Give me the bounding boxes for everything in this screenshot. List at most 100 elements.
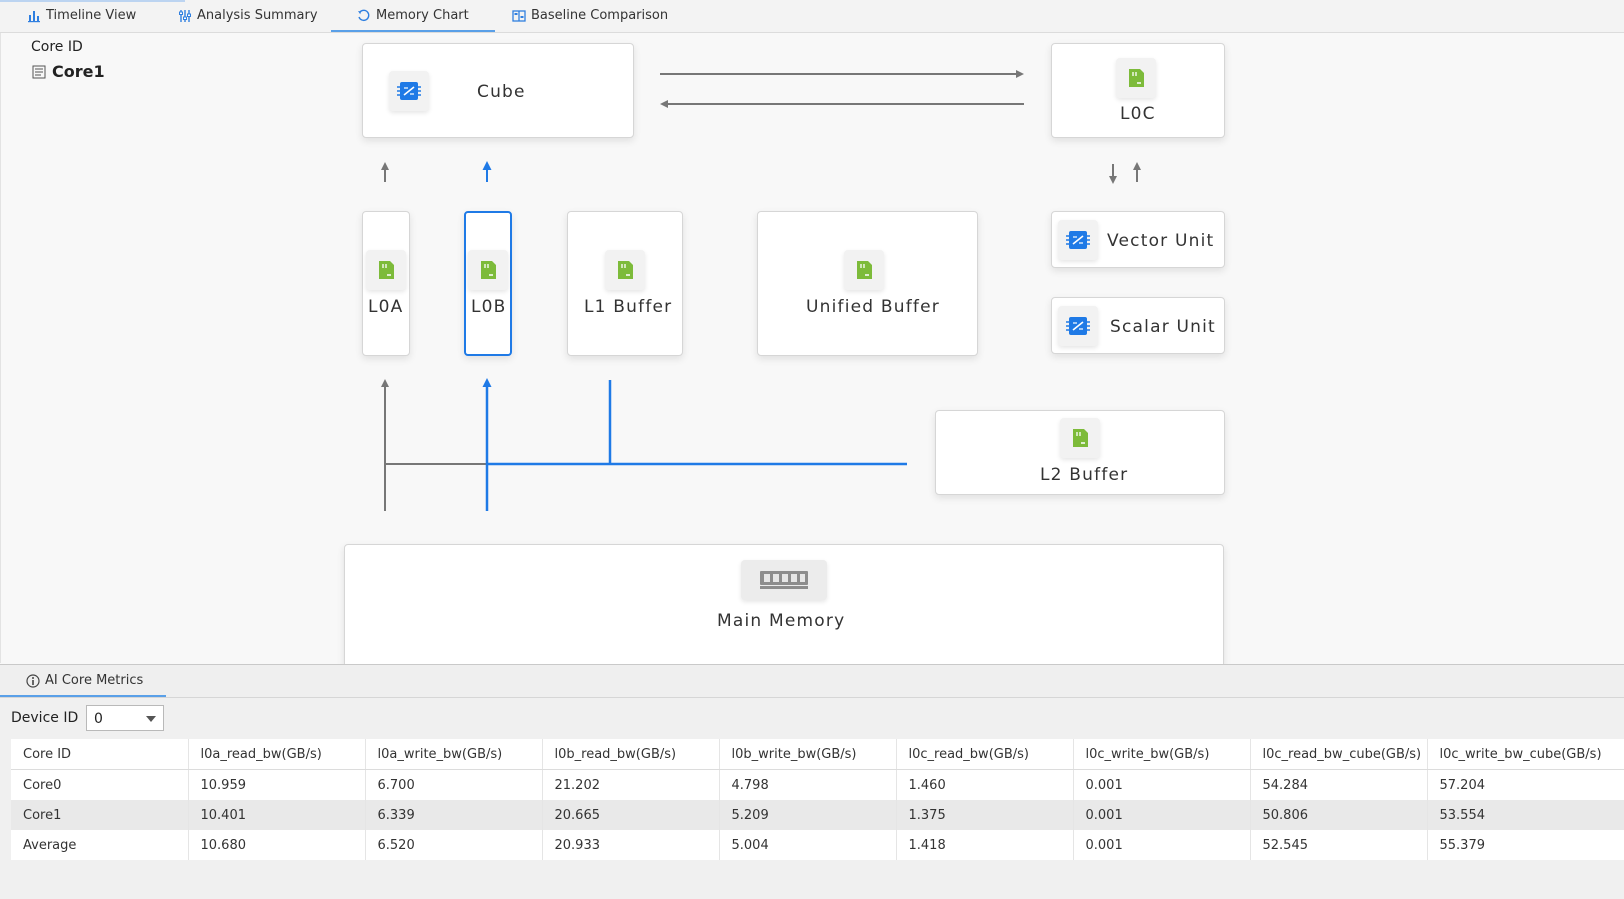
table-cell: 10.680 — [188, 830, 366, 860]
unified-buffer-label: Unified Buffer — [806, 297, 940, 317]
scalar-unit-box[interactable]: Scalar Unit — [1051, 297, 1225, 354]
table-cell: 5.209 — [719, 800, 897, 830]
ram-stick-icon — [741, 560, 827, 600]
l0a-buffer-box[interactable]: L0A — [362, 211, 410, 356]
metrics-table: Core ID l0a_read_bw(GB/s) l0a_write_bw(G… — [11, 739, 1624, 860]
table-cell: 10.959 — [188, 769, 366, 800]
refresh-chart-icon — [358, 9, 370, 21]
table-cell: Core0 — [11, 769, 189, 800]
tab-label: Baseline Comparison — [531, 8, 669, 23]
table-cell: 53.554 — [1427, 800, 1624, 830]
chip-icon — [1058, 220, 1098, 260]
l2-buffer-label: L2 Buffer — [1040, 465, 1129, 485]
sliders-icon — [179, 9, 191, 22]
column-header[interactable]: l0b_read_bw(GB/s) — [542, 739, 720, 770]
scalar-unit-label: Scalar Unit — [1110, 317, 1216, 337]
l0c-buffer-box[interactable]: L0C — [1051, 43, 1225, 138]
metrics-tab-bar: AI Core Metrics — [0, 665, 1624, 698]
table-cell: 1.418 — [896, 830, 1074, 860]
core-name: Core1 — [52, 62, 105, 81]
table-cell: 1.460 — [896, 769, 1074, 800]
table-cell: 20.933 — [542, 830, 720, 860]
table-cell: 10.401 — [188, 800, 366, 830]
unified-buffer-box[interactable]: Unified Buffer — [757, 211, 978, 356]
table-row[interactable]: Core1 10.401 6.339 20.665 5.209 1.375 0.… — [11, 800, 1624, 830]
table-cell: 57.204 — [1427, 769, 1624, 800]
table-cell: 0.001 — [1073, 800, 1251, 830]
table-cell: 4.798 — [719, 769, 897, 800]
tab-label: Memory Chart — [376, 8, 469, 23]
memory-chart-canvas: Cube L0C L0A L0B L1 Buffer Unified Buffe… — [340, 33, 1624, 669]
l1-buffer-label: L1 Buffer — [584, 297, 673, 317]
table-cell: 6.700 — [365, 769, 543, 800]
chip-icon — [389, 71, 429, 111]
info-circle-icon — [26, 673, 40, 688]
memory-card-icon — [1116, 58, 1156, 98]
compare-icon — [512, 9, 526, 22]
table-header-row: Core ID l0a_read_bw(GB/s) l0a_write_bw(G… — [11, 739, 1624, 770]
tab-baseline-comparison[interactable]: Baseline Comparison — [512, 0, 668, 31]
table-cell: 0.001 — [1073, 769, 1251, 800]
table-cell: 6.520 — [365, 830, 543, 860]
tab-ai-core-metrics[interactable]: AI Core Metrics — [26, 673, 143, 688]
column-header[interactable]: l0c_read_bw_cube(GB/s) — [1250, 739, 1428, 770]
cube-unit-box[interactable]: Cube — [362, 43, 634, 138]
column-header[interactable]: l0c_read_bw(GB/s) — [896, 739, 1074, 770]
column-header[interactable]: l0c_write_bw_cube(GB/s) — [1427, 739, 1624, 770]
core-tree-item[interactable]: Core1 — [32, 62, 105, 81]
main-memory-box[interactable]: Main Memory — [344, 544, 1224, 669]
device-id-value: 0 — [94, 711, 103, 727]
memory-card-icon — [1060, 418, 1100, 458]
ai-core-metrics-panel: AI Core Metrics Device ID 0 Core ID l0a_… — [0, 664, 1624, 899]
table-row[interactable]: Core0 10.959 6.700 21.202 4.798 1.460 0.… — [11, 769, 1624, 800]
l2-buffer-box[interactable]: L2 Buffer — [935, 410, 1225, 495]
bar-chart-icon — [28, 10, 40, 22]
tab-memory-chart[interactable]: Memory Chart — [331, 0, 495, 32]
l0b-buffer-box[interactable]: L0B — [464, 211, 512, 356]
main-memory-label: Main Memory — [717, 611, 846, 631]
metrics-tab-underline — [0, 695, 166, 697]
table-cell: 0.001 — [1073, 830, 1251, 860]
device-id-select[interactable]: 0 — [86, 705, 164, 731]
memory-card-icon — [844, 250, 884, 290]
l0c-label: L0C — [1120, 104, 1156, 124]
cube-label: Cube — [477, 82, 526, 102]
table-cell: 54.284 — [1250, 769, 1428, 800]
column-header[interactable]: l0a_write_bw(GB/s) — [365, 739, 543, 770]
l0b-label: L0B — [471, 297, 507, 317]
table-cell: 1.375 — [896, 800, 1074, 830]
column-header[interactable]: l0a_read_bw(GB/s) — [188, 739, 366, 770]
tab-analysis-summary[interactable]: Analysis Summary — [178, 0, 318, 31]
table-cell: 21.202 — [542, 769, 720, 800]
chip-icon — [1058, 306, 1098, 346]
table-cell: 20.665 — [542, 800, 720, 830]
vector-unit-label: Vector Unit — [1107, 231, 1215, 251]
tab-label: Analysis Summary — [197, 8, 318, 23]
table-row[interactable]: Average 10.680 6.520 20.933 5.004 1.418 … — [11, 830, 1624, 860]
core-panel: Core ID Core1 — [0, 33, 341, 663]
table-cell: Core1 — [11, 800, 189, 830]
table-cell: 52.545 — [1250, 830, 1428, 860]
metrics-tab-label: AI Core Metrics — [45, 673, 144, 688]
table-cell: 55.379 — [1427, 830, 1624, 860]
column-header[interactable]: l0c_write_bw(GB/s) — [1073, 739, 1251, 770]
memory-card-icon — [366, 250, 406, 290]
table-cell: 50.806 — [1250, 800, 1428, 830]
tab-timeline-view[interactable]: Timeline View — [27, 0, 136, 31]
column-header[interactable]: Core ID — [11, 739, 189, 770]
l1-buffer-box[interactable]: L1 Buffer — [567, 211, 683, 356]
core-id-label: Core ID — [31, 39, 83, 55]
table-cell: Average — [11, 830, 189, 860]
memory-card-icon — [605, 250, 645, 290]
chevron-down-icon — [146, 716, 156, 722]
tab-label: Timeline View — [46, 8, 137, 23]
l0a-label: L0A — [368, 297, 404, 317]
table-cell: 6.339 — [365, 800, 543, 830]
vector-unit-box[interactable]: Vector Unit — [1051, 211, 1225, 268]
table-cell: 5.004 — [719, 830, 897, 860]
list-icon — [32, 65, 46, 78]
column-header[interactable]: l0b_write_bw(GB/s) — [719, 739, 897, 770]
view-tab-bar: Timeline View Analysis Summary Memory Ch… — [0, 0, 1624, 33]
memory-card-icon — [468, 250, 508, 290]
device-id-label: Device ID — [11, 710, 79, 726]
